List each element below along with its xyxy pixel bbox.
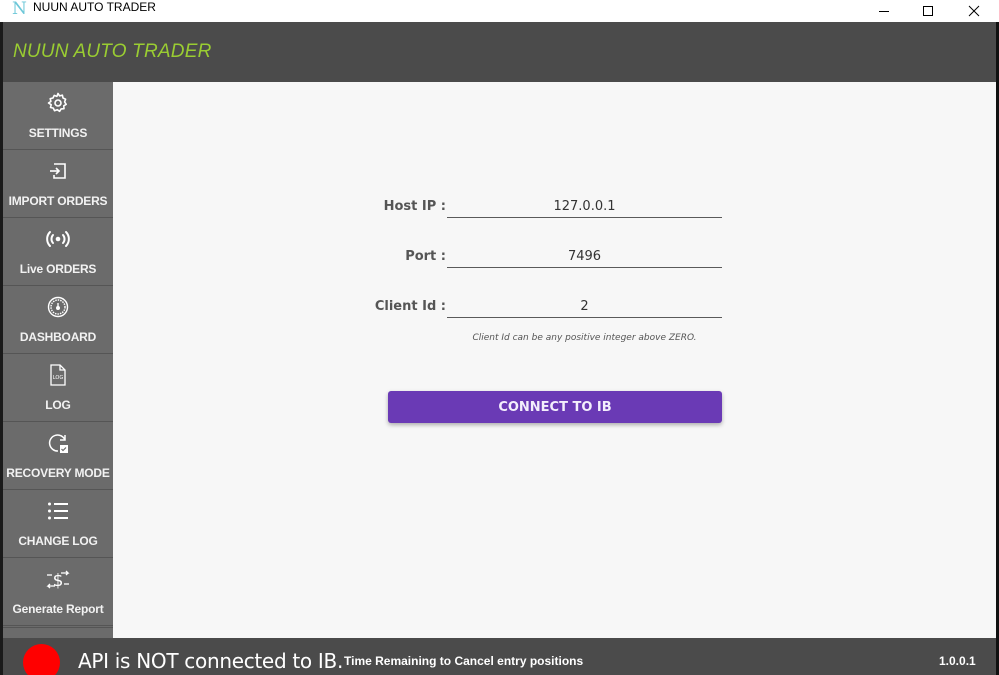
connection-status-message: API is NOT connected to IB. [78,649,344,673]
client-id-row: Client Id : [113,292,996,322]
connection-settings-panel: Host IP : Port : Client Id : Client Id c… [113,82,996,638]
app-title: NUUN AUTO TRADER [13,41,212,62]
sidebar-item-change-log[interactable]: CHANGE LOG [3,490,113,558]
time-remaining-label: Time Remaining to Cancel entry positions [344,654,584,668]
sidebar-item-label: Generate Report [12,602,104,616]
connection-status-indicator [23,644,60,675]
dollar-exchange-icon: $ [46,570,70,591]
port-input[interactable] [447,246,722,268]
maximize-button[interactable] [905,0,951,22]
maximize-icon [923,6,933,16]
minimize-icon [879,11,889,12]
app-logo-icon: N [12,0,27,19]
close-icon [968,5,980,17]
connect-to-ib-button[interactable]: CONNECT TO IB [388,391,722,423]
status-bar: API is NOT connected to IB. Time Remaini… [3,638,996,675]
window-title: NUUN AUTO TRADER [33,0,156,14]
import-icon [50,163,66,179]
sidebar-item-label: LOG [45,398,71,412]
host-ip-label: Host IP : [383,199,446,214]
client-id-label: Client Id : [374,299,446,314]
sidebar-item-import-orders[interactable]: IMPORT ORDERS [3,150,113,218]
client-id-input[interactable] [447,296,722,318]
minimize-button[interactable] [861,0,907,22]
host-ip-input[interactable] [447,196,722,218]
sidebar-divider [3,627,113,628]
sidebar-item-log[interactable]: LOG LOG [3,354,113,422]
sidebar-item-label: SETTINGS [28,126,88,140]
sidebar-item-recovery-mode[interactable]: RECOVERY MODE [3,422,113,490]
recovery-icon [48,434,68,453]
sidebar-item-label: DASHBOARD [19,330,97,344]
sidebar-item-live-orders[interactable]: Live ORDERS [3,218,113,286]
port-row: Port : [113,242,996,272]
list-icon [48,502,68,520]
log-file-icon: LOG [50,364,66,386]
svg-text:LOG: LOG [53,375,64,381]
dashboard-icon [47,296,69,318]
sidebar-item-dashboard[interactable]: DASHBOARD [3,286,113,354]
sidebar: SETTINGS IMPORT ORDERS Live ORDERS DASHB… [3,82,113,638]
app-version: 1.0.0.1 [939,654,976,668]
broadcast-icon [46,231,70,247]
gear-icon [47,92,67,113]
sidebar-item-label: RECOVERY MODE [6,466,110,480]
close-button[interactable] [951,0,997,22]
sidebar-item-label: CHANGE LOG [18,534,98,548]
host-ip-row: Host IP : [113,192,996,222]
client-id-hint: Client Id can be any positive integer ab… [472,333,697,343]
window-titlebar: N NUUN AUTO TRADER [0,0,999,22]
sidebar-item-generate-report[interactable]: $ Generate Report [3,558,113,626]
app-header: NUUN AUTO TRADER [3,22,996,82]
sidebar-item-label: IMPORT ORDERS [8,194,108,208]
sidebar-item-settings[interactable]: SETTINGS [3,82,113,150]
sidebar-item-label: Live ORDERS [19,262,97,276]
svg-text:$: $ [53,571,64,591]
port-label: Port : [405,249,446,264]
